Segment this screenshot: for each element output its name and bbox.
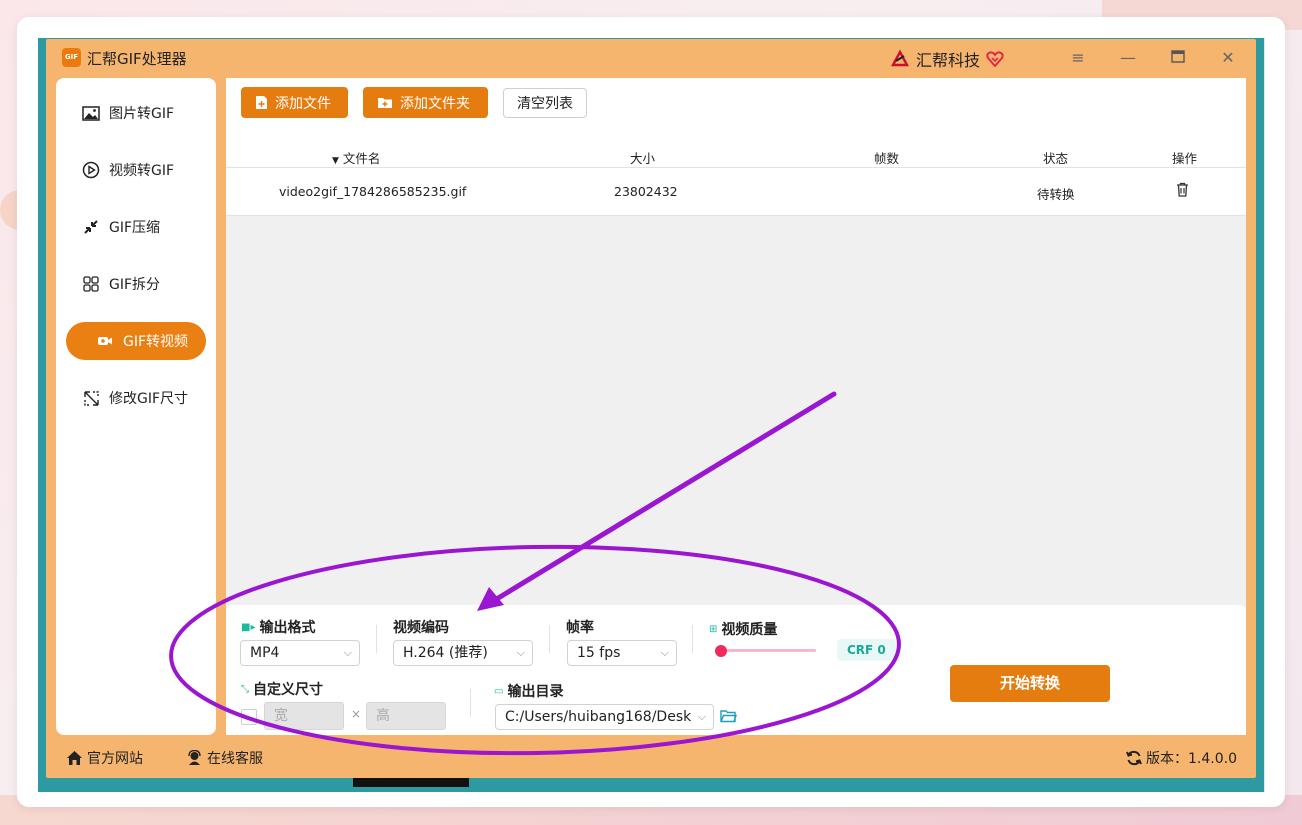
- size-separator: ×: [351, 707, 362, 721]
- image-icon: [82, 104, 100, 122]
- sidebar-item-label: GIF压缩: [109, 220, 161, 236]
- add-file-button[interactable]: 添加文件: [241, 87, 348, 118]
- chevron-down-icon: ⌵: [694, 705, 706, 729]
- sidebar-item-gif-split[interactable]: GIF拆分: [66, 265, 206, 303]
- resize-icon: [82, 389, 100, 407]
- cell-status: 待转换: [1037, 187, 1075, 202]
- sort-down-icon: ▼: [332, 156, 339, 166]
- cell-filename: video2gif_1784286585235.gif: [279, 184, 467, 199]
- sidebar-item-label: GIF转视频: [123, 334, 189, 350]
- title-bar[interactable]: GIF 汇帮GIF处理器 汇帮科技 ≡ — ✕: [46, 39, 1256, 77]
- version-info[interactable]: 版本：1.4.0.0: [1126, 748, 1237, 768]
- app-logo: GIF: [62, 48, 81, 67]
- video-icon: ■▸: [241, 621, 256, 633]
- column-status[interactable]: 状态: [1043, 148, 1068, 167]
- trash-icon[interactable]: [1176, 182, 1189, 200]
- column-filename[interactable]: ▼ 文件名: [332, 148, 380, 167]
- start-convert-button[interactable]: 开始转换: [950, 665, 1110, 702]
- video-codec-select[interactable]: H.264 (推荐) ⌵: [393, 640, 533, 666]
- sidebar-item-gif-to-video[interactable]: GIF转视频: [66, 322, 206, 360]
- add-folder-button[interactable]: 添加文件夹: [363, 87, 488, 118]
- column-size[interactable]: 大小: [630, 148, 655, 167]
- video-quality-label: ⊞ 视频质量: [709, 622, 778, 638]
- main-panel: 添加文件 添加文件夹 清空列表 ▼ 文件名 大小 帧数 状态 操作 video2…: [226, 78, 1246, 735]
- clear-list-button[interactable]: 清空列表: [503, 88, 587, 118]
- cell-size: 23802432: [614, 184, 678, 199]
- split-icon: [82, 275, 100, 293]
- output-settings-panel: ■▸ 输出格式 MP4 ⌵ 视频编码 H.264 (推荐) ⌵ 帧率 15 fp…: [226, 605, 1246, 735]
- menu-icon[interactable]: ≡: [1068, 48, 1088, 68]
- chevron-down-icon: ⌵: [343, 646, 352, 659]
- heart-icon: [986, 51, 1004, 67]
- chevron-down-icon: ⌵: [516, 646, 525, 659]
- background-window: [1264, 38, 1285, 792]
- toolbar: 添加文件 添加文件夹 清空列表: [226, 78, 1246, 128]
- app-title: 汇帮GIF处理器: [87, 50, 187, 68]
- brand-name: 汇帮科技: [916, 51, 981, 70]
- sidebar-item-image-to-gif[interactable]: 图片转GIF: [66, 94, 206, 132]
- support-headset-icon: [188, 750, 201, 765]
- close-icon[interactable]: ✕: [1218, 48, 1238, 68]
- quality-slider-track[interactable]: [720, 649, 816, 652]
- divider: [692, 625, 693, 653]
- column-frames[interactable]: 帧数: [874, 148, 899, 167]
- custom-size-label: ⤡ 自定义尺寸: [241, 682, 323, 698]
- refresh-icon: [1126, 750, 1142, 766]
- sidebar-item-gif-compress[interactable]: GIF压缩: [66, 208, 206, 246]
- quality-slider-thumb[interactable]: [715, 644, 727, 657]
- width-input[interactable]: 宽: [264, 702, 344, 730]
- footer: 官方网站 在线客服 版本：1.4.0.0: [46, 735, 1256, 778]
- sidebar-item-label: GIF拆分: [109, 277, 161, 293]
- add-folder-icon: [378, 98, 392, 108]
- divider: [470, 689, 471, 717]
- divider: [549, 625, 550, 653]
- minimize-icon[interactable]: —: [1118, 48, 1138, 68]
- custom-size-checkbox[interactable]: [241, 709, 257, 725]
- video-codec-label: 视频编码: [393, 620, 449, 636]
- quality-icon: ⊞: [709, 623, 718, 635]
- home-icon: [67, 751, 82, 765]
- sidebar-item-label: 视频转GIF: [109, 163, 175, 179]
- resize-icon: ⤡: [241, 683, 249, 695]
- brand[interactable]: 汇帮科技: [890, 47, 1004, 71]
- height-input[interactable]: 高: [366, 702, 446, 730]
- video-camera-icon: [96, 332, 114, 350]
- chevron-down-icon: ⌵: [660, 646, 669, 659]
- play-circle-icon: [82, 161, 100, 179]
- official-website-link[interactable]: 官方网站: [66, 748, 143, 768]
- divider: [376, 625, 377, 653]
- compress-icon: [82, 218, 100, 236]
- app-window: GIF 汇帮GIF处理器 汇帮科技 ≡ — ✕ 图片转GIF 视频转GIF GI…: [46, 39, 1256, 778]
- frame-rate-label: 帧率: [566, 620, 594, 636]
- frame-rate-select[interactable]: 15 fps ⌵: [567, 640, 677, 666]
- output-dir-label: ▭ 输出目录: [494, 684, 564, 700]
- sidebar-item-gif-resize[interactable]: 修改GIF尺寸: [66, 379, 206, 417]
- sidebar: 图片转GIF 视频转GIF GIF压缩 GIF拆分 GIF转视频 修改GIF尺寸: [56, 78, 216, 735]
- column-action: 操作: [1172, 151, 1198, 166]
- table-row[interactable]: video2gif_1784286585235.gif 23802432 待转换: [226, 168, 1246, 216]
- online-support-link[interactable]: 在线客服: [186, 748, 263, 768]
- output-dir-select[interactable]: C:/Users/huibang168/Desk ⌵: [495, 704, 714, 730]
- table-header: ▼ 文件名 大小 帧数 状态 操作: [226, 128, 1246, 168]
- sidebar-item-label: 图片转GIF: [109, 106, 175, 122]
- output-format-label: ■▸ 输出格式: [241, 620, 316, 636]
- maximize-icon[interactable]: [1168, 48, 1188, 68]
- sidebar-item-label: 修改GIF尺寸: [109, 391, 189, 407]
- add-file-icon: [256, 96, 267, 109]
- crf-value-badge: CRF 0: [837, 639, 896, 661]
- output-format-select[interactable]: MP4 ⌵: [240, 640, 360, 666]
- browse-folder-icon[interactable]: [720, 709, 737, 726]
- brand-logo-icon: [890, 49, 910, 67]
- sidebar-item-video-to-gif[interactable]: 视频转GIF: [66, 151, 206, 189]
- folder-icon: ▭: [494, 685, 504, 697]
